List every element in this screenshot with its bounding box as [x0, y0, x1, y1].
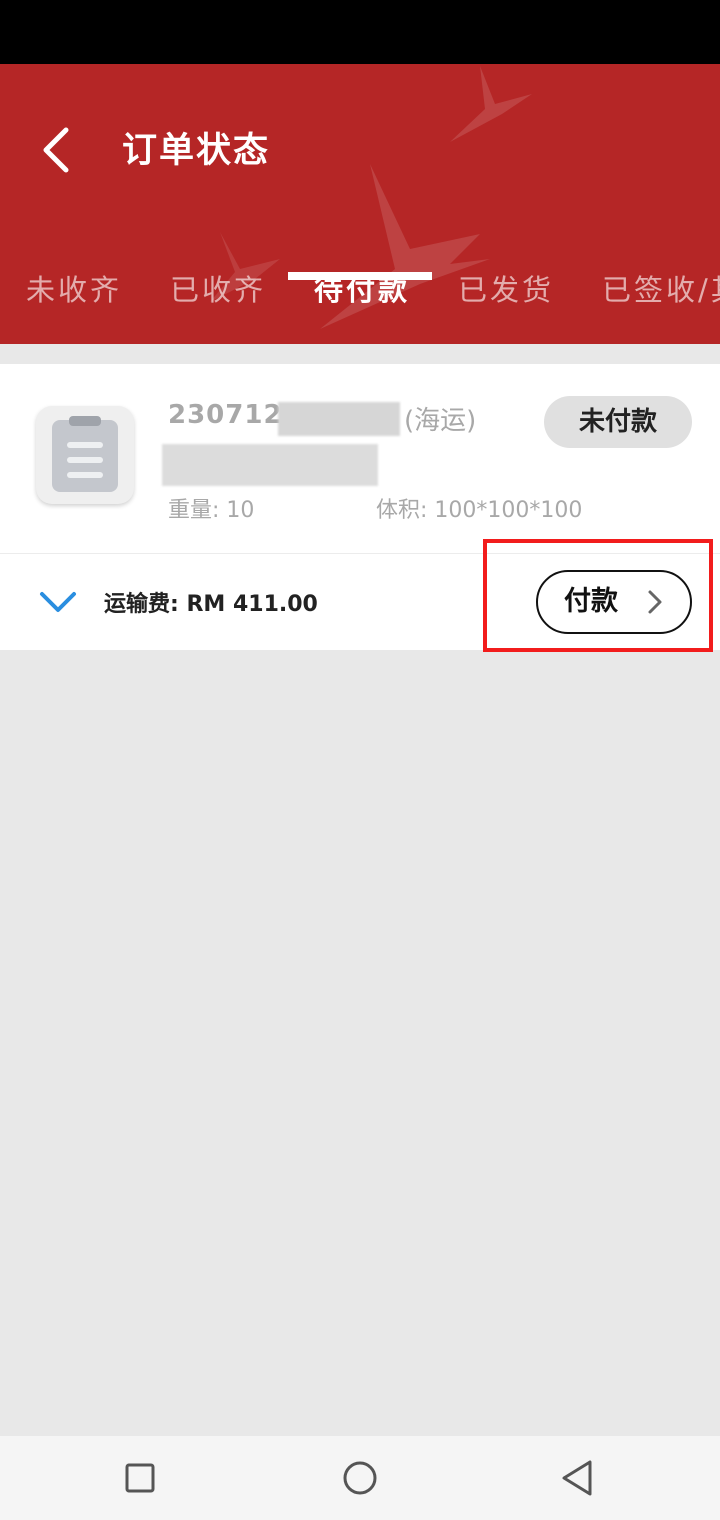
tab-shipped[interactable]: 已发货 — [458, 264, 554, 344]
weight-text: 重量: 10 — [168, 498, 255, 523]
status-badge: 未付款 — [544, 396, 692, 448]
bird-watermark-icon — [450, 66, 532, 142]
active-tab-indicator — [288, 272, 432, 280]
redacted-block — [278, 402, 400, 436]
triangle-back-icon[interactable] — [556, 1456, 600, 1500]
chevron-down-icon[interactable] — [38, 588, 78, 616]
circle-icon[interactable] — [338, 1456, 382, 1500]
header: 订单状态 未收齐 已收齐 待付款 已发货 已签收/其 — [0, 64, 720, 344]
tab-not-collected[interactable]: 未收齐 — [26, 264, 122, 344]
back-arrow-icon[interactable] — [30, 122, 86, 178]
volume-text: 体积: 100*100*100 — [376, 498, 583, 523]
tab-signed[interactable]: 已签收/其 — [602, 264, 720, 344]
order-number: 230712- — [168, 400, 295, 430]
status-bar — [0, 0, 720, 64]
page-title: 订单状态 — [122, 131, 271, 171]
system-nav-bar — [0, 1436, 720, 1520]
redacted-block — [162, 444, 378, 486]
clipboard-icon — [36, 406, 134, 504]
shipping-fee: 运输费: RM 411.00 — [104, 592, 318, 617]
highlight-annotation — [483, 539, 713, 652]
square-icon[interactable] — [118, 1456, 162, 1500]
shipping-mode: (海运) — [404, 406, 477, 436]
tab-collected[interactable]: 已收齐 — [170, 264, 266, 344]
